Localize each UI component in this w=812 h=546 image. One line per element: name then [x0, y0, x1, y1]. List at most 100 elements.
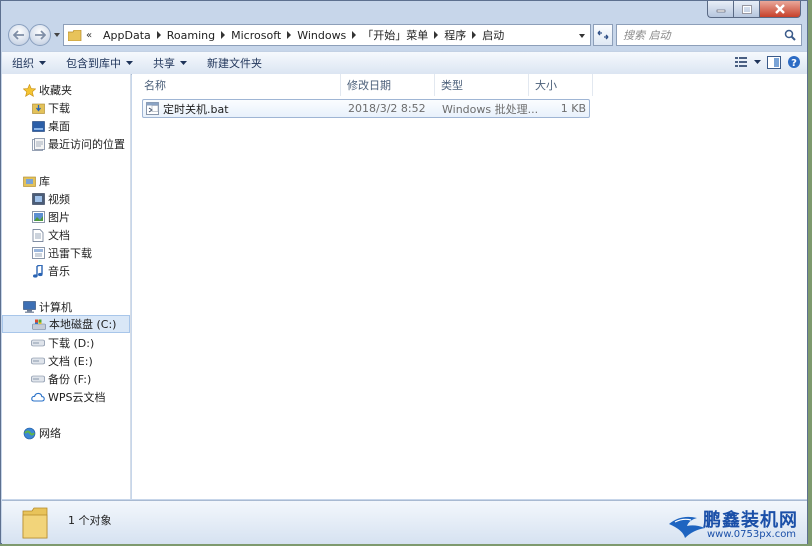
- sidebar-item-label: 视频: [48, 193, 70, 206]
- view-details-icon: [735, 57, 747, 67]
- address-dropdown-icon[interactable]: [578, 32, 586, 40]
- minimize-button[interactable]: [707, 1, 733, 18]
- help-icon: ?: [788, 56, 800, 69]
- sidebar-item-libraries[interactable]: 库: [2, 172, 130, 190]
- sidebar-item-music[interactable]: 音乐: [2, 262, 130, 280]
- include-in-library-label: 包含到库中: [66, 57, 121, 70]
- column-header-label: 类型: [441, 79, 463, 92]
- preview-pane-button[interactable]: [767, 53, 781, 71]
- watermark-url: www.0753px.com: [707, 529, 797, 540]
- drive-icon: [31, 354, 45, 368]
- view-options-dropdown[interactable]: [754, 53, 761, 71]
- sidebar-item-computer[interactable]: 计算机: [2, 298, 130, 316]
- column-header-label: 名称: [144, 79, 166, 92]
- close-icon: [775, 4, 785, 14]
- breadcrumb-microsoft[interactable]: Microsoft: [228, 29, 284, 42]
- breadcrumb-separator-icon[interactable]: [218, 30, 228, 40]
- breadcrumb-windows[interactable]: Windows: [294, 29, 349, 42]
- drive-icon: [31, 372, 45, 386]
- sidebar-item-label: 备份 (F:): [48, 373, 92, 386]
- address-bar[interactable]: « AppData Roaming Microsoft Windows 「开始」…: [63, 24, 591, 46]
- include-in-library-button[interactable]: 包含到库中: [56, 53, 143, 73]
- search-icon[interactable]: [784, 29, 796, 41]
- sidebar-item-documents[interactable]: 文档: [2, 226, 130, 244]
- sidebar-item-label: 计算机: [39, 301, 72, 314]
- breadcrumb-separator-icon[interactable]: [284, 30, 294, 40]
- help-button[interactable]: ?: [787, 53, 801, 71]
- sidebar-item-label: WPS云文档: [48, 391, 106, 404]
- breadcrumb-separator-icon[interactable]: [349, 30, 359, 40]
- breadcrumb-separator-icon[interactable]: [154, 30, 164, 40]
- library-icon: [22, 174, 36, 188]
- sidebar-item-pictures[interactable]: 图片: [2, 208, 130, 226]
- sidebar-item-network[interactable]: 网络: [2, 424, 130, 442]
- drive-icon: [31, 336, 45, 350]
- back-button[interactable]: [8, 24, 30, 46]
- breadcrumb-start-menu[interactable]: 「开始」菜单: [359, 27, 431, 43]
- breadcrumb-programs[interactable]: 程序: [441, 27, 469, 43]
- forward-button[interactable]: [29, 24, 51, 46]
- folder-icon: [22, 507, 48, 539]
- breadcrumb-appdata[interactable]: AppData: [100, 29, 154, 42]
- change-view-button[interactable]: [734, 53, 748, 71]
- svg-text:?: ?: [791, 58, 797, 69]
- column-header-name[interactable]: 名称: [138, 74, 341, 96]
- arrow-right-icon: [35, 30, 46, 40]
- sidebar-item-label: 下载: [48, 102, 70, 115]
- organize-button[interactable]: 组织: [2, 53, 56, 73]
- sidebar-item-label: 下载 (D:): [48, 337, 95, 350]
- file-list-pane: 名称 修改日期 类型 大小 定时关机.bat 2018/3/2 8:52 Win…: [132, 74, 807, 499]
- column-header-date-modified[interactable]: 修改日期: [341, 74, 435, 96]
- sidebar-item-label: 收藏夹: [39, 84, 72, 97]
- close-button[interactable]: [759, 1, 801, 18]
- sidebar-item-downloads[interactable]: 下载: [2, 99, 130, 117]
- network-icon: [22, 426, 36, 440]
- column-header-label: 大小: [535, 79, 557, 92]
- computer-icon: [22, 300, 36, 314]
- sidebar-item-wps-cloud[interactable]: WPS云文档: [2, 388, 130, 406]
- share-label: 共享: [153, 57, 175, 70]
- sidebar-item-recent-places[interactable]: 最近访问的位置: [2, 135, 130, 153]
- watermark-logo: 鹏鑫装机网 www.0753px.com: [667, 504, 807, 544]
- navigation-bar: « AppData Roaming Microsoft Windows 「开始」…: [1, 21, 807, 49]
- sidebar-item-drive-d[interactable]: 下载 (D:): [2, 334, 130, 352]
- sidebar-item-drive-f[interactable]: 备份 (F:): [2, 370, 130, 388]
- file-name-cell: 定时关机.bat: [146, 100, 229, 117]
- recent-pages-dropdown-icon[interactable]: [53, 31, 61, 39]
- bird-logo-icon: [669, 516, 705, 538]
- share-button[interactable]: 共享: [143, 53, 197, 73]
- cloud-icon: [31, 390, 45, 404]
- breadcrumb-roaming[interactable]: Roaming: [164, 29, 218, 42]
- preview-pane-icon: [767, 55, 781, 69]
- document-library-icon: [31, 228, 45, 242]
- sidebar-item-drive-e[interactable]: 文档 (E:): [2, 352, 130, 370]
- star-icon: [22, 83, 36, 97]
- desktop-icon: [31, 119, 45, 133]
- recent-places-icon: [31, 137, 45, 151]
- column-header-label: 修改日期: [347, 79, 391, 92]
- search-input[interactable]: [617, 28, 783, 42]
- sidebar-item-desktop[interactable]: 桌面: [2, 117, 130, 135]
- address-overflow[interactable]: «: [86, 30, 96, 41]
- sidebar-item-xunlei-downloads[interactable]: 迅雷下载: [2, 244, 130, 262]
- breadcrumb-separator-icon[interactable]: [431, 30, 441, 40]
- sidebar-item-local-disk-c[interactable]: 本地磁盘 (C:): [2, 315, 130, 333]
- refresh-icon: [597, 30, 609, 40]
- breadcrumb-startup[interactable]: 启动: [479, 27, 507, 43]
- sidebar-item-label: 库: [39, 175, 50, 188]
- sidebar-item-label: 图片: [48, 211, 70, 224]
- sidebar-item-videos[interactable]: 视频: [2, 190, 130, 208]
- file-row[interactable]: 定时关机.bat 2018/3/2 8:52 Windows 批处理... 1 …: [142, 99, 590, 118]
- breadcrumb-separator-icon[interactable]: [469, 30, 479, 40]
- new-folder-button[interactable]: 新建文件夹: [197, 53, 272, 73]
- refresh-button[interactable]: [593, 24, 613, 46]
- column-header-type[interactable]: 类型: [435, 74, 529, 96]
- window-controls: [707, 1, 801, 19]
- column-header-size[interactable]: 大小: [529, 74, 593, 96]
- sidebar-item-favorites[interactable]: 收藏夹: [2, 81, 130, 99]
- search-box[interactable]: [616, 24, 802, 46]
- system-drive-icon: [32, 317, 46, 331]
- maximize-button[interactable]: [733, 1, 759, 18]
- explorer-window: « AppData Roaming Microsoft Windows 「开始」…: [0, 0, 808, 544]
- minimize-icon: [716, 9, 725, 13]
